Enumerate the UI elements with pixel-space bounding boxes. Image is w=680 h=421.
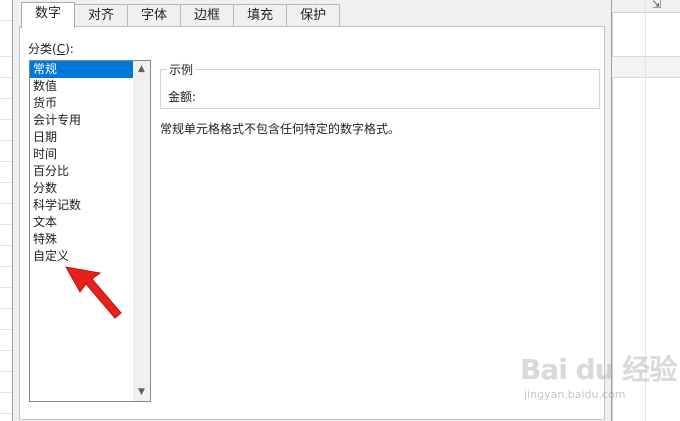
category-item-currency[interactable]: 货币: [30, 95, 133, 112]
tab-strip: 数字 对齐 字体 边框 填充 保护: [21, 2, 341, 28]
tab-protection[interactable]: 保护: [286, 4, 341, 26]
tab-alignment[interactable]: 对齐: [74, 4, 129, 26]
tab-number[interactable]: 数字: [21, 2, 76, 28]
category-item-custom[interactable]: 自定义: [30, 248, 133, 265]
tab-border[interactable]: 边框: [180, 4, 235, 26]
ribbon-strip: [612, 0, 680, 13]
number-tab-panel: 分类(C): 常规 数值 货币 会计专用 日期 时间 百分比 分数 科学记数 文…: [19, 26, 605, 420]
tab-fill[interactable]: 填充: [233, 4, 288, 26]
category-label-text: 分类(: [28, 42, 57, 56]
category-label-accesskey: C: [56, 42, 66, 56]
resize-icon[interactable]: ⇲: [652, 0, 661, 11]
category-item-fraction[interactable]: 分数: [30, 180, 133, 197]
category-item-scientific[interactable]: 科学记数: [30, 197, 133, 214]
sample-group: 示例 金额:: [160, 61, 600, 109]
chevron-down-icon[interactable]: ▼: [133, 384, 150, 401]
category-item-special[interactable]: 特殊: [30, 231, 133, 248]
category-label: 分类(C):: [28, 40, 74, 57]
chevron-up-icon[interactable]: ▲: [133, 61, 150, 78]
sample-value-label: 金额:: [168, 90, 197, 104]
category-listbox[interactable]: 常规 数值 货币 会计专用 日期 时间 百分比 分数 科学记数 文本 特殊 自定…: [29, 60, 151, 402]
watermark-url: jingyan.baidu.com: [524, 388, 626, 401]
category-label-suffix: ):: [65, 42, 74, 56]
category-item-percentage[interactable]: 百分比: [30, 163, 133, 180]
category-item-accounting[interactable]: 会计专用: [30, 112, 133, 129]
listbox-scrollbar[interactable]: ▲ ▼: [133, 61, 150, 401]
format-description: 常规单元格格式不包含任何特定的数字格式。: [160, 122, 401, 136]
category-item-time[interactable]: 时间: [30, 146, 133, 163]
category-item-date[interactable]: 日期: [30, 129, 133, 146]
column-header[interactable]: [612, 56, 680, 78]
sample-title: 示例: [167, 61, 196, 78]
tab-font[interactable]: 字体: [127, 4, 182, 26]
category-item-text[interactable]: 文本: [30, 214, 133, 231]
category-item-number[interactable]: 数值: [30, 78, 133, 95]
category-item-general[interactable]: 常规: [30, 61, 133, 78]
watermark: Bai du 经验 jingyan.baidu.com: [520, 348, 680, 408]
watermark-brand: Bai du 经验: [520, 353, 677, 386]
